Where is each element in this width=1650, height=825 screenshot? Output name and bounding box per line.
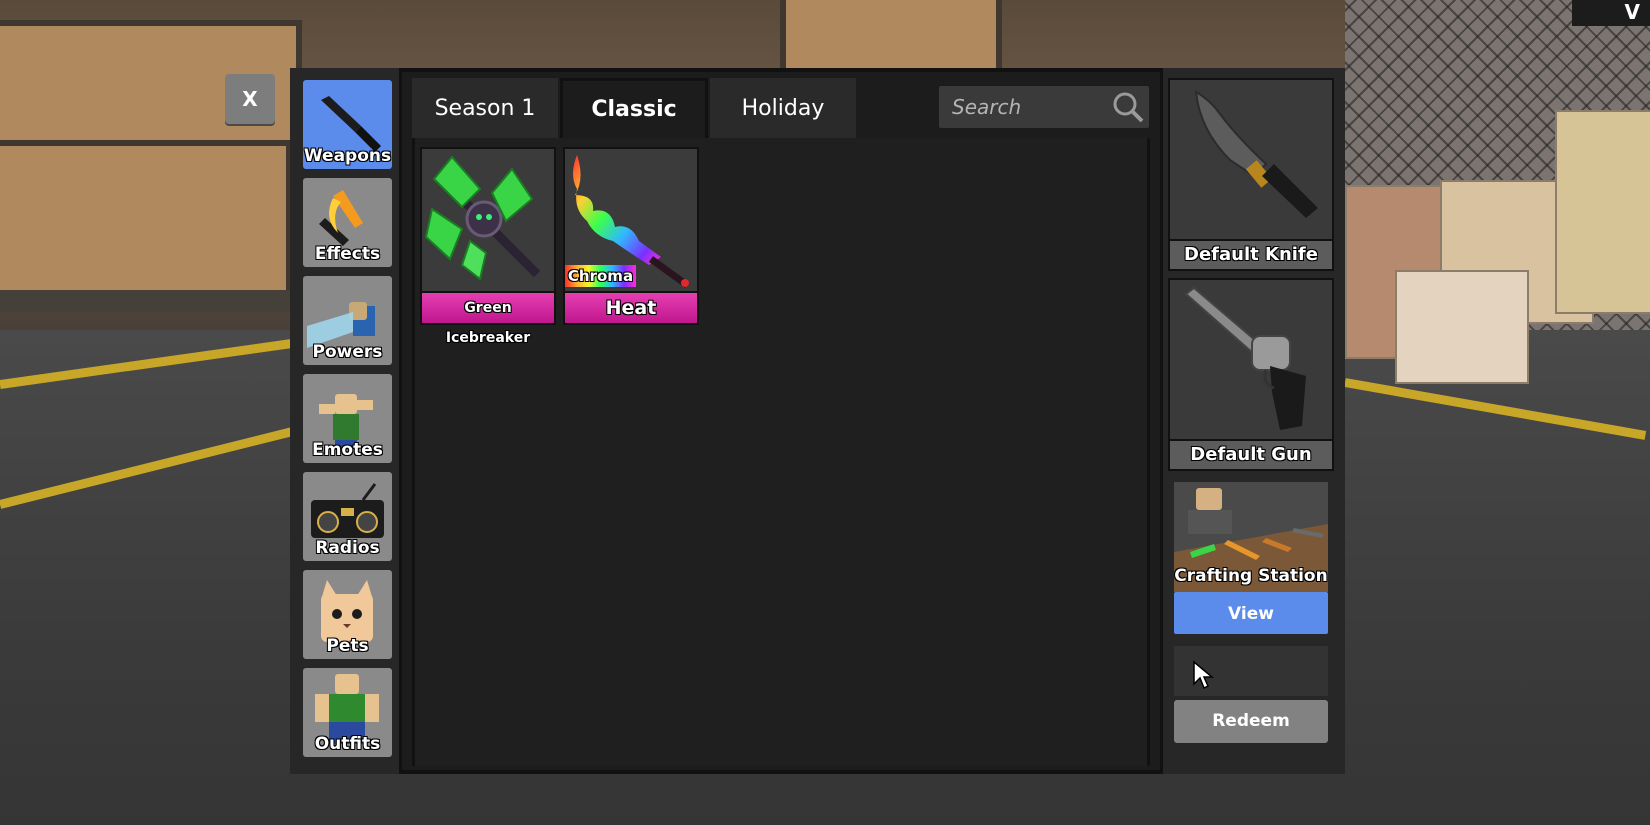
tab-holiday[interactable]: Holiday [710,78,856,138]
item-name: Green Icebreaker [422,293,554,346]
category-powers[interactable]: Powers [303,276,392,365]
mouse-cursor-icon [1193,660,1214,690]
item-card-green-icebreaker[interactable]: Green Icebreaker [420,147,556,346]
category-label: Radios [315,538,380,558]
category-pets[interactable]: Pets [303,570,392,659]
search-box [939,86,1149,128]
view-crafting-button[interactable]: View [1174,592,1328,634]
item-name: Heat [565,293,697,323]
category-label: Outfits [314,734,381,754]
category-label: Weapons [303,146,392,166]
default-knife-icon [1194,90,1318,218]
crafting-station-title: Crafting Station [1174,566,1328,586]
tab-classic[interactable]: Classic [560,78,708,138]
equipped-label: Default Gun [1170,441,1332,469]
green-icebreaker-icon [424,155,541,281]
wooden-shelf [0,140,292,302]
item-card-heat[interactable]: Chroma Heat [563,147,699,325]
category-weapons[interactable]: Weapons [303,80,392,169]
search-icon[interactable] [1111,90,1145,124]
close-button[interactable]: X [225,74,275,124]
corner-badge: V [1572,0,1650,26]
category-label: Pets [326,636,369,656]
equipped-thumbnail [1170,280,1332,439]
wooden-shelf [780,0,1002,76]
category-label: Emotes [312,440,383,460]
item-thumbnail [422,149,554,291]
equipped-knife-slot[interactable]: Default Knife [1168,78,1334,271]
category-outfits[interactable]: Outfits [303,668,392,757]
shelf-beam [0,290,290,312]
tab-season-1[interactable]: Season 1 [412,78,558,138]
chroma-tag: Chroma [565,265,636,287]
cardboard-box [1395,270,1529,384]
equipped-thumbnail [1170,80,1332,239]
category-effects[interactable]: Effects [303,178,392,267]
equipped-gun-slot[interactable]: Default Gun [1168,278,1334,471]
category-label: Powers [312,342,383,362]
search-input[interactable] [950,94,1114,120]
redeem-button[interactable]: Redeem [1174,700,1328,743]
revolver-icon [1184,286,1306,430]
equipped-label: Default Knife [1170,241,1332,269]
category-radios[interactable]: Radios [303,472,392,561]
category-label: Effects [314,244,381,264]
category-emotes[interactable]: Emotes [303,374,392,463]
cardboard-box [1555,110,1650,314]
